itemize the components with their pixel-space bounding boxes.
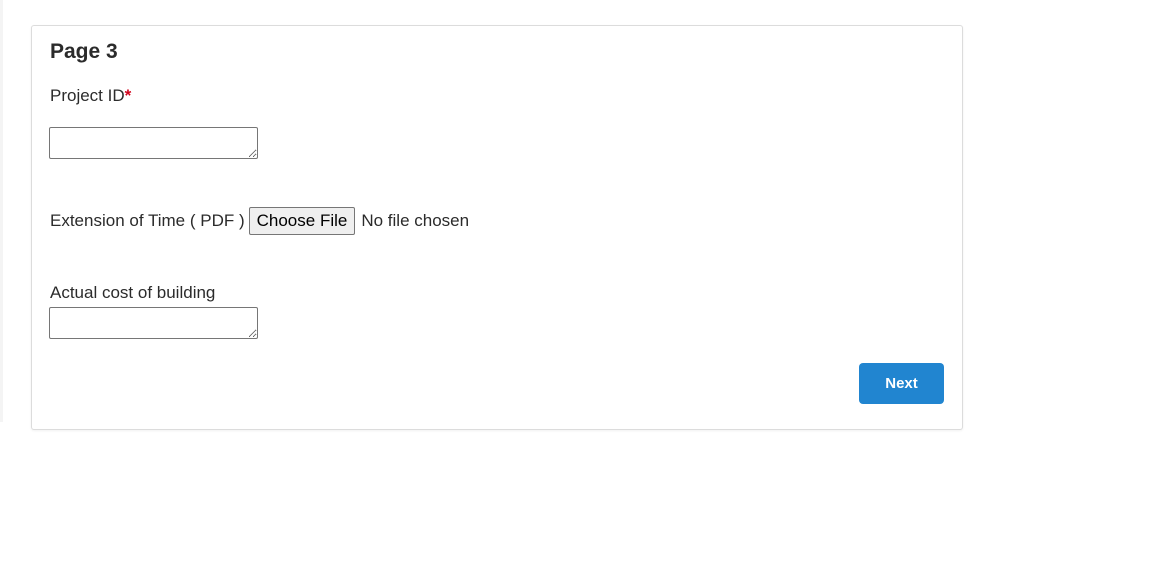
extension-of-time-row: Extension of Time ( PDF ) Choose File No… [50, 207, 469, 235]
required-marker: * [124, 86, 132, 105]
next-button[interactable]: Next [859, 363, 944, 404]
form-card: Page 3 Project ID* Extension of Time ( P… [31, 25, 963, 430]
actual-cost-input[interactable] [49, 307, 258, 339]
page-title: Page 3 [50, 40, 118, 63]
project-id-label-text: Project ID [50, 86, 125, 105]
left-edge-strip [0, 0, 3, 422]
choose-file-button[interactable]: Choose File [248, 207, 356, 235]
project-id-label: Project ID* [50, 86, 131, 106]
file-status-text: No file chosen [361, 211, 470, 230]
actual-cost-label: Actual cost of building [50, 283, 216, 302]
extension-of-time-label: Extension of Time ( PDF ) [50, 211, 245, 230]
project-id-input[interactable] [49, 127, 258, 159]
